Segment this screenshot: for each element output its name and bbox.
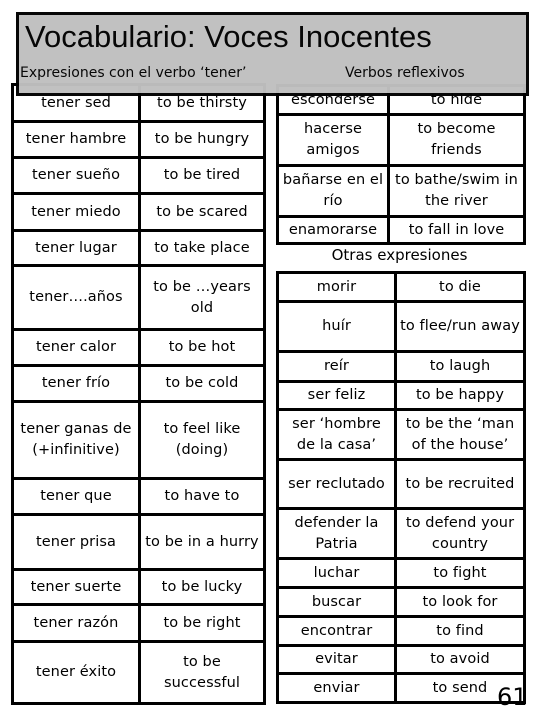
table-row: buscar to look for bbox=[276, 586, 526, 618]
english-translation: to be tired bbox=[138, 156, 266, 195]
spanish-term: defender la Patria bbox=[276, 507, 397, 560]
table-row: encontrar to find bbox=[276, 615, 526, 647]
english-translation: to be scared bbox=[138, 192, 266, 232]
table-row: tener….años to be …years old bbox=[11, 264, 266, 331]
english-translation: to look for bbox=[394, 586, 526, 618]
spanish-term: ser feliz bbox=[276, 380, 397, 411]
spanish-term: tener que bbox=[11, 477, 141, 516]
english-translation: to have to bbox=[138, 477, 266, 516]
table-row: tener miedo to be scared bbox=[11, 192, 266, 232]
table-row: tener sueño to be tired bbox=[11, 156, 266, 195]
table-row: tener frío to be cold bbox=[11, 364, 266, 403]
spanish-term: tener lugar bbox=[11, 229, 141, 267]
spanish-term: tener frío bbox=[11, 364, 141, 403]
english-translation: to be successful bbox=[138, 640, 266, 705]
table-row: tener prisa to be in a hurry bbox=[11, 513, 266, 571]
otras-expresiones-table: morir to die huír to flee/run away reír to … bbox=[276, 271, 526, 704]
table-row: morir to die bbox=[276, 271, 526, 303]
spanish-term: tener ganas de (+infinitive) bbox=[11, 400, 141, 480]
table-row: tener razón to be right bbox=[11, 603, 266, 643]
table-row: tener ganas de (+infinitive) to feel like… bbox=[11, 400, 266, 480]
english-translation: to be recruited bbox=[394, 458, 526, 510]
table-row: tener calor to be hot bbox=[11, 328, 266, 367]
spanish-term: tener razón bbox=[11, 603, 141, 643]
spanish-term: tener prisa bbox=[11, 513, 141, 571]
table-row: hacerse amigos to become friends bbox=[276, 113, 526, 167]
title-banner: Vocabulario: Voces Inocentes Expresiones… bbox=[16, 12, 529, 96]
spanish-term: tener suerte bbox=[11, 568, 141, 606]
reflexive-verbs-table: esconderse to hide hacerse amigos to becom… bbox=[276, 84, 526, 245]
table-row: tener lugar to take place bbox=[11, 229, 266, 267]
english-translation: to avoid bbox=[394, 644, 526, 675]
english-translation: to feel like (doing) bbox=[138, 400, 266, 480]
spanish-term: tener calor bbox=[11, 328, 141, 367]
table-row: tener suerte to be lucky bbox=[11, 568, 266, 606]
english-translation: to defend your country bbox=[394, 507, 526, 560]
table-row: ser feliz to be happy bbox=[276, 380, 526, 411]
english-translation: to be right bbox=[138, 603, 266, 643]
table-row: tener que to have to bbox=[11, 477, 266, 516]
spanish-term: tener….años bbox=[11, 264, 141, 331]
spanish-term: huír bbox=[276, 300, 397, 353]
page-title: Vocabulario: Voces Inocentes bbox=[25, 19, 432, 54]
spanish-term: encontrar bbox=[276, 615, 397, 647]
table-row: evitar to avoid bbox=[276, 644, 526, 675]
table-row: tener hambre to be hungry bbox=[11, 120, 266, 159]
spanish-term: morir bbox=[276, 271, 397, 303]
english-translation: to be …years old bbox=[138, 264, 266, 331]
table-row: reír to laugh bbox=[276, 350, 526, 383]
spanish-term: evitar bbox=[276, 644, 397, 675]
spanish-term: tener éxito bbox=[11, 640, 141, 705]
section-heading-tener: Expresiones con el verbo ‘tener’ bbox=[20, 65, 247, 81]
english-translation: to be happy bbox=[394, 380, 526, 411]
table-row: bañarse en el río to bathe/swim in the ri… bbox=[276, 164, 526, 218]
english-translation: to flee/run away bbox=[394, 300, 526, 353]
page-number: 61 bbox=[497, 683, 528, 711]
english-translation: to fight bbox=[394, 557, 526, 589]
spanish-term: luchar bbox=[276, 557, 397, 589]
english-translation: to be in a hurry bbox=[138, 513, 266, 571]
english-translation: to be hungry bbox=[138, 120, 266, 159]
table-row: ser reclutado to be recruited bbox=[276, 458, 526, 510]
spanish-term: hacerse amigos bbox=[276, 113, 390, 167]
otras-expresiones-heading: Otras expresiones bbox=[331, 246, 468, 264]
english-translation: to find bbox=[394, 615, 526, 647]
spanish-term: tener sueño bbox=[11, 156, 141, 195]
spanish-term: tener hambre bbox=[11, 120, 141, 159]
table-row: enamorarse to fall in love bbox=[276, 215, 526, 245]
english-translation: to be cold bbox=[138, 364, 266, 403]
english-translation: to fall in love bbox=[387, 215, 526, 245]
table-row: luchar to fight bbox=[276, 557, 526, 589]
spanish-term: reír bbox=[276, 350, 397, 383]
spanish-term: ser reclutado bbox=[276, 458, 397, 510]
english-translation: to take place bbox=[138, 229, 266, 267]
tener-expressions-table: tener sed to be thirsty tener hambre to be… bbox=[11, 83, 266, 705]
spanish-term: bañarse en el río bbox=[276, 164, 390, 218]
table-row: tener éxito to be successful bbox=[11, 640, 266, 705]
english-translation: to be hot bbox=[138, 328, 266, 367]
spanish-term: ser ‘hombre de la casa’ bbox=[276, 408, 397, 461]
table-row: ser ‘hombre de la casa’ to be the ‘man of… bbox=[276, 408, 526, 461]
spanish-term: tener miedo bbox=[11, 192, 141, 232]
table-row: defender la Patria to defend your country bbox=[276, 507, 526, 560]
section-heading-reflexivos: Verbos reflexivos bbox=[345, 65, 465, 81]
english-translation: to be the ‘man of the house’ bbox=[394, 408, 526, 461]
table-row: huír to flee/run away bbox=[276, 300, 526, 353]
english-translation: to bathe/swim in the river bbox=[387, 164, 526, 218]
english-translation: to be lucky bbox=[138, 568, 266, 606]
table-row: enviar to send bbox=[276, 672, 526, 704]
english-translation: to laugh bbox=[394, 350, 526, 383]
english-translation: to become friends bbox=[387, 113, 526, 167]
english-translation: to die bbox=[394, 271, 526, 303]
spanish-term: buscar bbox=[276, 586, 397, 618]
spanish-term: enamorarse bbox=[276, 215, 390, 245]
spanish-term: enviar bbox=[276, 672, 397, 704]
